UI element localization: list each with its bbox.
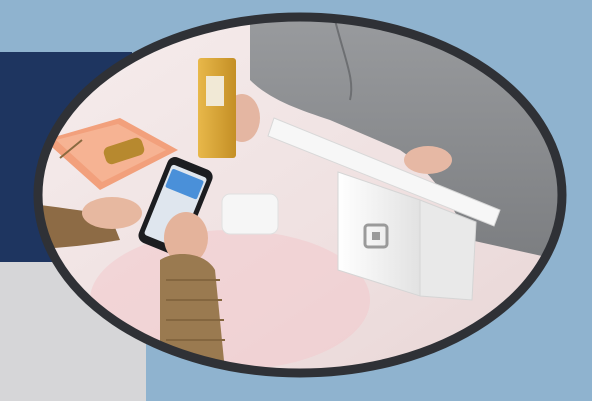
photo-content	[38, 17, 562, 373]
merchant-hand	[404, 146, 452, 174]
gold-card-reader	[198, 58, 236, 158]
oval-photo	[33, 12, 567, 378]
table-glow	[90, 230, 370, 370]
graphic-canvas	[0, 0, 592, 401]
customer-hand	[82, 197, 142, 229]
white-box	[221, 193, 279, 235]
gold-reader-screen	[206, 76, 224, 106]
